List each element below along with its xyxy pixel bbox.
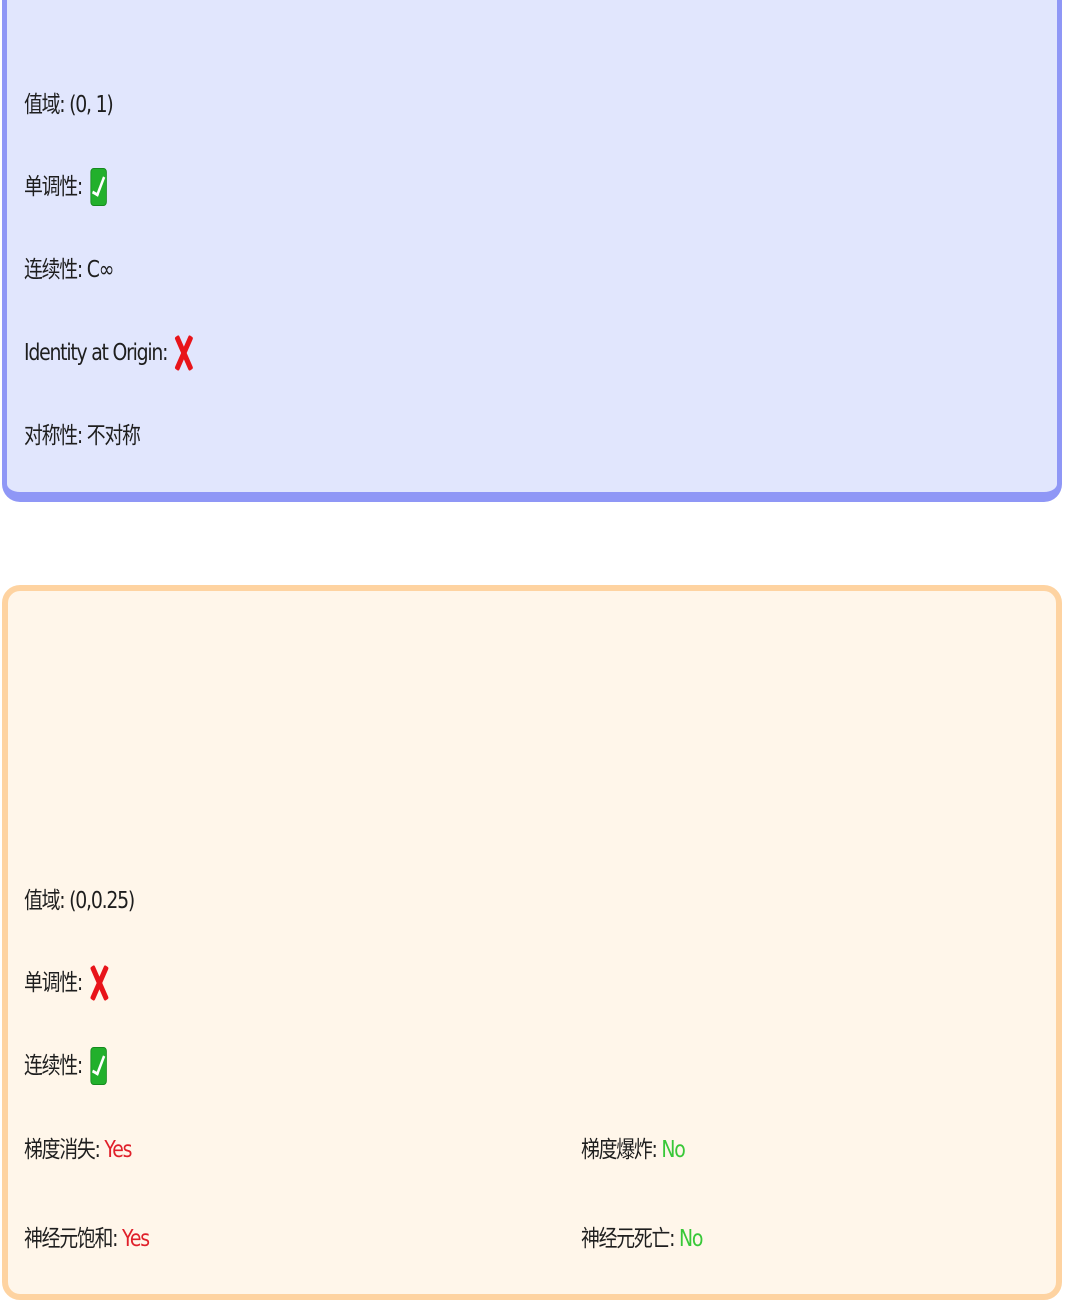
gradient-exploding-value: No bbox=[661, 1136, 685, 1163]
check-icon bbox=[90, 1046, 107, 1085]
range-value: (0,0.25) bbox=[69, 887, 135, 914]
monotonicity-label: 单调性: bbox=[24, 969, 83, 996]
activation-properties-card-1 bbox=[2, 0, 1062, 502]
continuity-row: 连续性: C∞ bbox=[24, 249, 115, 289]
monotonicity-row: 单调性: bbox=[24, 166, 107, 206]
range-row: 值域: (0, 1) bbox=[24, 84, 114, 124]
monotonicity-row: 单调性: bbox=[24, 962, 108, 1002]
continuity-value: C∞ bbox=[86, 256, 115, 283]
activation-properties-card-2 bbox=[2, 585, 1062, 1300]
gradient-vanishing-value: Yes bbox=[104, 1136, 132, 1163]
range-label: 值域: bbox=[24, 91, 66, 118]
monotonicity-label: 单调性: bbox=[24, 173, 83, 200]
range-label: 值域: bbox=[24, 887, 66, 914]
neuron-saturation-row: 神经元饱和: Yes bbox=[24, 1218, 150, 1258]
gradient-vanishing-label: 梯度消失: bbox=[24, 1136, 101, 1163]
continuity-row: 连续性: bbox=[24, 1045, 107, 1085]
continuity-label: 连续性: bbox=[24, 256, 83, 283]
range-value: (0, 1) bbox=[69, 91, 114, 118]
neuron-saturation-value: Yes bbox=[122, 1225, 150, 1252]
range-row: 值域: (0,0.25) bbox=[24, 880, 135, 920]
symmetry-row: 对称性: 不对称 bbox=[24, 415, 141, 455]
cross-icon bbox=[90, 965, 108, 1001]
symmetry-label: 对称性: bbox=[24, 422, 83, 449]
gradient-vanishing-row: 梯度消失: Yes bbox=[24, 1129, 132, 1169]
cross-icon bbox=[175, 335, 193, 371]
identity-at-origin-row: Identity at Origin: bbox=[24, 332, 193, 372]
neuron-death-value: No bbox=[679, 1225, 703, 1252]
symmetry-value: 不对称 bbox=[86, 422, 141, 449]
neuron-saturation-label: 神经元饱和: bbox=[24, 1225, 119, 1252]
check-icon bbox=[90, 167, 107, 206]
gradient-exploding-label: 梯度爆炸: bbox=[581, 1136, 658, 1163]
neuron-death-label: 神经元死亡: bbox=[581, 1225, 676, 1252]
continuity-label: 连续性: bbox=[24, 1052, 83, 1079]
gradient-exploding-row: 梯度爆炸: No bbox=[581, 1129, 686, 1169]
identity-at-origin-label: Identity at Origin: bbox=[24, 339, 168, 366]
neuron-death-row: 神经元死亡: No bbox=[581, 1218, 703, 1258]
